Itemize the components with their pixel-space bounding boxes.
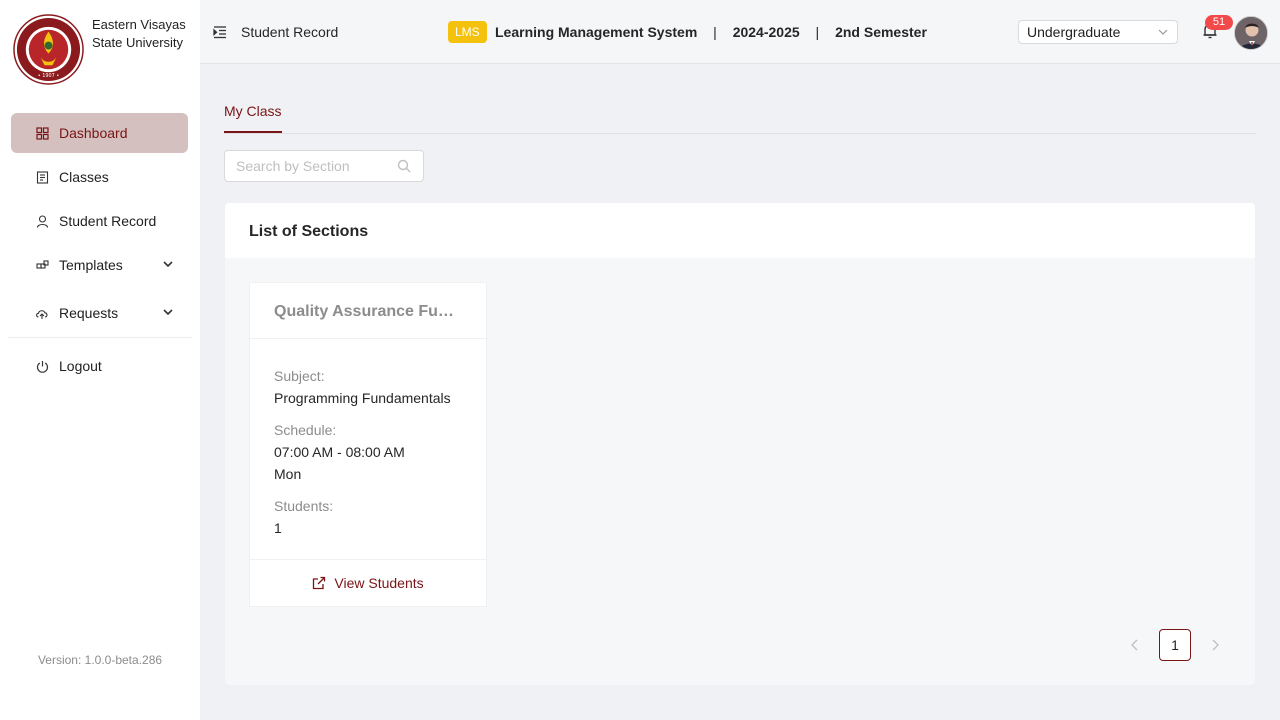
tab-bar: My Class (224, 96, 1256, 134)
avatar[interactable] (1234, 16, 1268, 50)
user-avatar-icon (1235, 17, 1267, 49)
separator: | (815, 24, 820, 40)
header-context: Learning Management System | 2024-2025 |… (495, 24, 927, 40)
chevron-down-icon (163, 261, 173, 268)
sidebar-item-dashboard[interactable]: Dashboard (11, 113, 188, 153)
search-box (224, 150, 424, 182)
sidebar-item-label: Dashboard (59, 125, 128, 141)
cloud-icon (35, 306, 49, 320)
chevron-down-icon (163, 309, 173, 316)
menu-fold-icon[interactable] (213, 25, 227, 39)
page-title: Student Record (241, 24, 339, 40)
notification-count-badge: 51 (1205, 15, 1233, 30)
power-icon (35, 359, 49, 373)
sidebar-item-label: Classes (59, 169, 109, 185)
panel-title: List of Sections (225, 203, 1255, 258)
sidebar-item-logout[interactable]: Logout (11, 346, 188, 386)
sidebar-item-classes[interactable]: Classes (11, 157, 188, 197)
chevron-down-icon (1158, 29, 1168, 35)
university-seal-icon: • 1907 • (13, 14, 84, 85)
top-header: Student Record LMS Learning Management S… (200, 0, 1280, 64)
separator: | (713, 24, 717, 40)
subject-value: Programming Fundamentals (274, 390, 451, 406)
subject-label: Subject: (274, 368, 325, 384)
section-details: Subject: Programming Fundamentals Schedu… (250, 339, 486, 539)
external-link-icon (313, 576, 326, 590)
sidebar-item-label: Requests (59, 305, 119, 321)
svg-text:• 1907 •: • 1907 • (38, 73, 60, 79)
chevron-left-icon[interactable] (1128, 637, 1142, 653)
sections-panel: List of Sections Quality Assurance Funda… (225, 203, 1255, 685)
chevron-right-icon[interactable] (1208, 637, 1222, 653)
sidebar-divider (8, 337, 192, 338)
search-icon[interactable] (397, 159, 411, 173)
university-name: Eastern Visayas State University (92, 17, 186, 50)
sidebar-item-label: Logout (59, 358, 102, 374)
sidebar: • 1907 • Eastern Visayas State Universit… (0, 0, 200, 720)
students-count: 1 (274, 520, 282, 536)
dashboard-icon (35, 126, 49, 140)
user-icon (35, 214, 49, 228)
schedule-day: Mon (274, 466, 302, 482)
app-version: Version: 1.0.0-beta.286 (37, 653, 163, 667)
search-input[interactable] (236, 151, 396, 181)
classes-icon (35, 170, 49, 184)
schedule-label: Schedule: (274, 422, 337, 438)
view-students-label: View Students (334, 575, 424, 591)
sidebar-item-requests[interactable]: Requests (11, 293, 188, 333)
page-number-current[interactable]: 1 (1159, 629, 1191, 661)
sidebar-nav: Dashboard Classes Student Record Templat… (0, 113, 200, 390)
section-card: Quality Assurance Fundamentals Subject: … (249, 282, 487, 607)
sidebar-item-label: Student Record (59, 213, 157, 229)
semester: 2nd Semester (835, 24, 927, 40)
level-select[interactable]: Undergraduate (1018, 20, 1178, 44)
lms-badge: LMS (448, 21, 487, 43)
tab-my-class[interactable]: My Class (224, 103, 282, 133)
section-title: Quality Assurance Fundamentals (250, 283, 486, 339)
sidebar-item-templates[interactable]: Templates (11, 245, 188, 285)
school-year: 2024-2025 (732, 24, 800, 40)
sidebar-item-student-record[interactable]: Student Record (11, 201, 188, 241)
students-label: Students: (274, 498, 334, 514)
level-select-value: Undergraduate (1027, 24, 1121, 40)
brand[interactable]: • 1907 • Eastern Visayas State Universit… (13, 14, 193, 86)
sidebar-item-label: Templates (59, 257, 123, 273)
schedule-time: 07:00 AM - 08:00 AM (274, 444, 405, 460)
templates-icon (35, 258, 49, 272)
system-name: Learning Management System (495, 24, 698, 40)
view-students-button[interactable]: View Students (250, 559, 486, 606)
